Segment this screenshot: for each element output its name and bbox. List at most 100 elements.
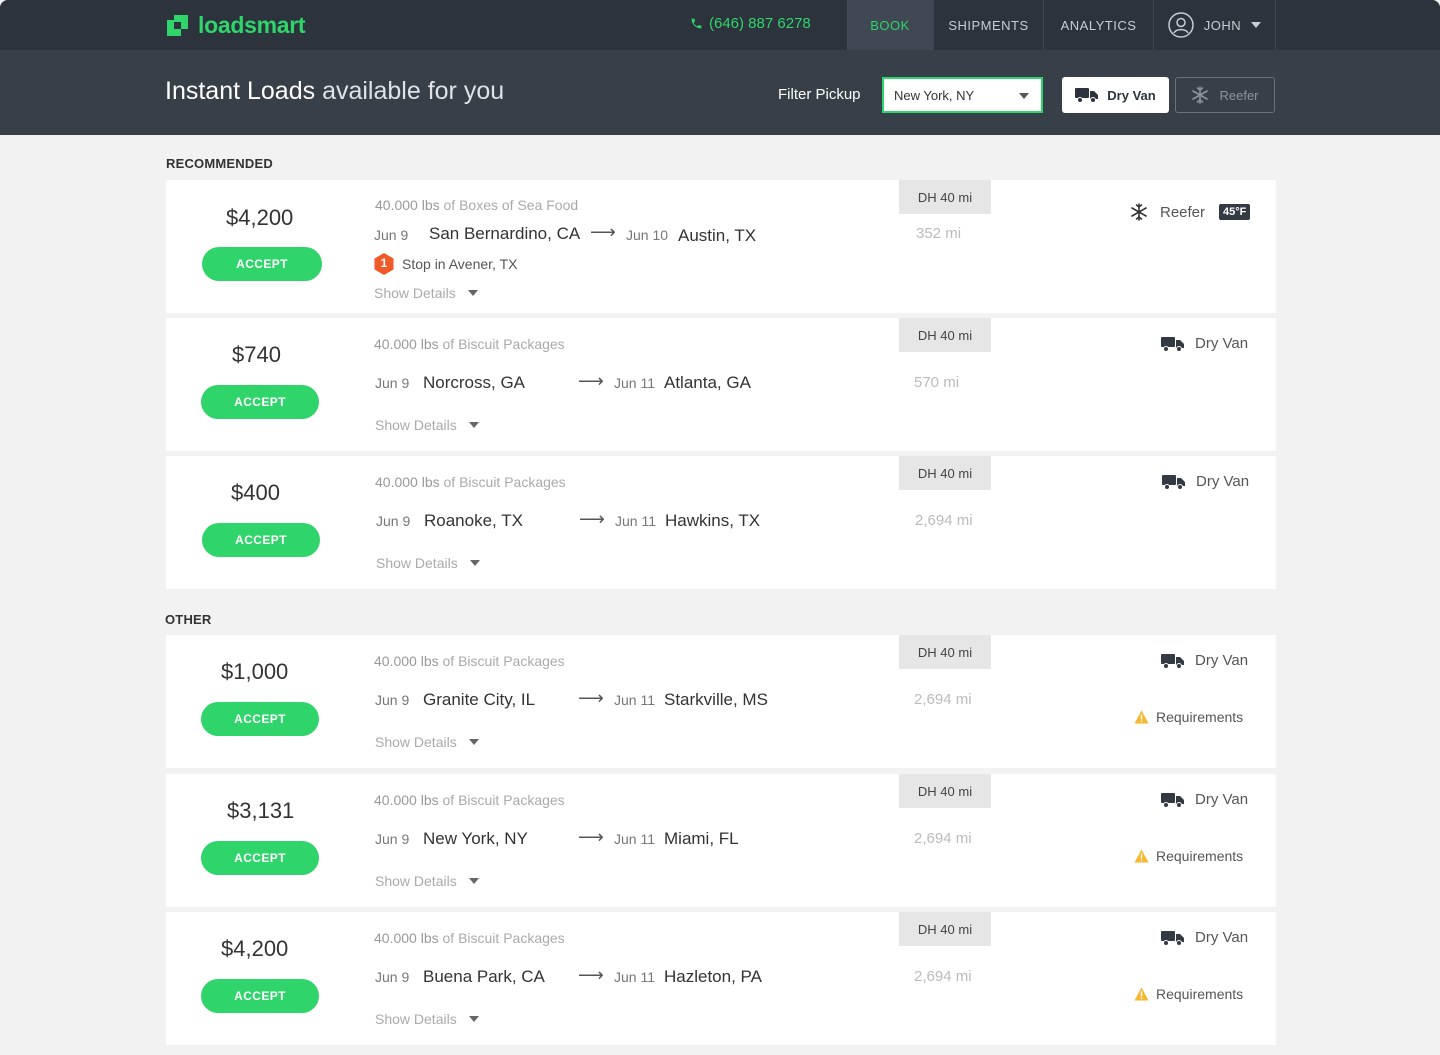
stop-count-icon: 1 [374,253,394,275]
section-recommended: RECOMMENDED [166,156,273,171]
pickup-city: San Bernardino, CA [429,224,581,243]
cargo-of: of [442,653,455,669]
requirements-label: Requirements [1156,709,1244,725]
accept-button[interactable]: ACCEPT [202,247,322,281]
truck-icon [1161,930,1184,946]
cargo-weight: 40.000 lbs [374,336,439,352]
nav-analytics[interactable]: ANALYTICS [1043,0,1153,50]
route-arrow-icon: ⟶ [578,827,604,847]
stop-info: 1 Stop in Avener, TX [374,253,517,275]
show-details-label: Show Details [375,734,457,750]
reefer-toggle[interactable]: Reefer [1175,77,1275,113]
chevron-down-icon [468,422,479,428]
user-menu[interactable]: JOHN [1153,0,1276,50]
cargo-description: 40.000 lbs of Biscuit Packages [374,336,565,352]
load-price: $740 [232,342,281,367]
cargo-description: 40.000 lbs of Boxes of Sea Food [375,197,578,213]
show-details-toggle[interactable]: Show Details [375,417,479,433]
drop-city: Starkville, MS [664,690,768,709]
user-avatar-icon [1168,12,1194,38]
truck-icon [1161,336,1184,352]
truck-icon [1161,792,1184,808]
accept-button[interactable]: ACCEPT [202,523,320,557]
load-card: $4,200 ACCEPT 40.000 lbs of Boxes of Sea… [166,180,1276,313]
equipment-label: Dry Van [1195,791,1249,808]
cargo-description: 40.000 lbs of Biscuit Packages [374,930,565,946]
reefer-label: Reefer [1219,87,1259,103]
logo[interactable]: loadsmart [165,12,306,39]
cargo-weight: 40.000 lbs [375,474,440,490]
requirements-link[interactable]: Requirements [1134,848,1243,864]
equipment-type: Reefer 45°F [1130,203,1251,221]
filter-pickup-label: Filter Pickup [778,86,861,103]
cargo-type: Biscuit Packages [458,653,565,669]
load-card: $3,131 ACCEPT 40.000 lbs of Biscuit Pack… [166,774,1276,907]
drop-city: Hawkins, TX [665,511,761,530]
stop-text: Stop in Avener, TX [402,256,518,272]
show-details-toggle[interactable]: Show Details [375,734,479,750]
chevron-down-icon [468,878,479,884]
show-details-toggle[interactable]: Show Details [376,555,480,571]
equipment-label: Dry Van [1195,652,1249,669]
warning-icon [1134,987,1149,1001]
accept-button[interactable]: ACCEPT [201,979,319,1013]
load-card: $4,200 ACCEPT 40.000 lbs of Biscuit Pack… [166,912,1276,1045]
cargo-of: of [442,336,455,352]
show-details-toggle[interactable]: Show Details [375,873,479,889]
drop-date: Jun 11 [614,969,655,985]
cargo-weight: 40.000 lbs [374,653,439,669]
dry-van-toggle[interactable]: Dry Van [1062,77,1169,113]
chevron-down-icon [469,560,480,566]
truck-icon [1161,653,1184,669]
drop-city: Austin, TX [678,226,757,245]
snowflake-icon [1192,86,1209,104]
route-arrow-icon: ⟶ [579,509,605,529]
deadhead-badge: DH 40 mi [899,635,991,669]
deadhead-badge: DH 40 mi [899,912,991,946]
phone-link[interactable]: (646) 887 6278 [690,15,811,32]
pickup-city: Roanoke, TX [424,511,523,530]
accept-button[interactable]: ACCEPT [201,841,319,875]
drop-city: Atlanta, GA [664,373,751,392]
stop-count: 1 [380,256,388,270]
route-arrow-icon: ⟶ [590,222,616,242]
equipment-type: Dry Van [1162,473,1249,490]
filter-pickup-select[interactable]: New York, NY [882,77,1043,113]
nav-shipments[interactable]: SHIPMENTS [933,0,1043,50]
cargo-of: of [443,197,456,213]
chevron-down-icon [468,739,479,745]
accept-button[interactable]: ACCEPT [201,702,319,736]
requirements-link[interactable]: Requirements [1134,709,1243,725]
accept-button[interactable]: ACCEPT [201,385,319,419]
requirements-label: Requirements [1156,986,1244,1002]
trip-miles: 570 mi [914,374,960,391]
route-arrow-icon: ⟶ [578,688,604,708]
show-details-toggle[interactable]: Show Details [374,285,478,301]
load-price: $1,000 [221,659,289,684]
chevron-down-icon [468,1016,479,1022]
pickup-date: Jun 9 [375,969,410,985]
phone-number: (646) 887 6278 [709,15,811,32]
show-details-toggle[interactable]: Show Details [375,1011,479,1027]
pickup-city: Granite City, IL [423,690,536,709]
load-card: $1,000 ACCEPT 40.000 lbs of Biscuit Pack… [166,635,1276,768]
drop-date: Jun 11 [614,692,655,708]
warning-icon [1134,849,1149,863]
load-price: $4,200 [226,205,294,230]
chevron-down-icon [1019,93,1029,99]
equipment-type: Dry Van [1161,929,1248,946]
trip-miles: 2,694 mi [915,512,973,529]
load-price: $400 [231,480,280,505]
show-details-label: Show Details [374,285,456,301]
nav-book[interactable]: BOOK [847,0,933,50]
requirements-link[interactable]: Requirements [1134,986,1243,1002]
trip-miles: 2,694 mi [914,691,972,708]
drop-date: Jun 11 [614,831,655,847]
cargo-of: of [442,792,455,808]
cargo-weight: 40.000 lbs [375,197,440,213]
user-name: JOHN [1203,17,1242,33]
drop-city: Hazleton, PA [664,967,762,986]
cargo-type: Biscuit Packages [458,792,565,808]
snowflake-icon [1131,203,1147,221]
cargo-description: 40.000 lbs of Biscuit Packages [374,653,565,669]
